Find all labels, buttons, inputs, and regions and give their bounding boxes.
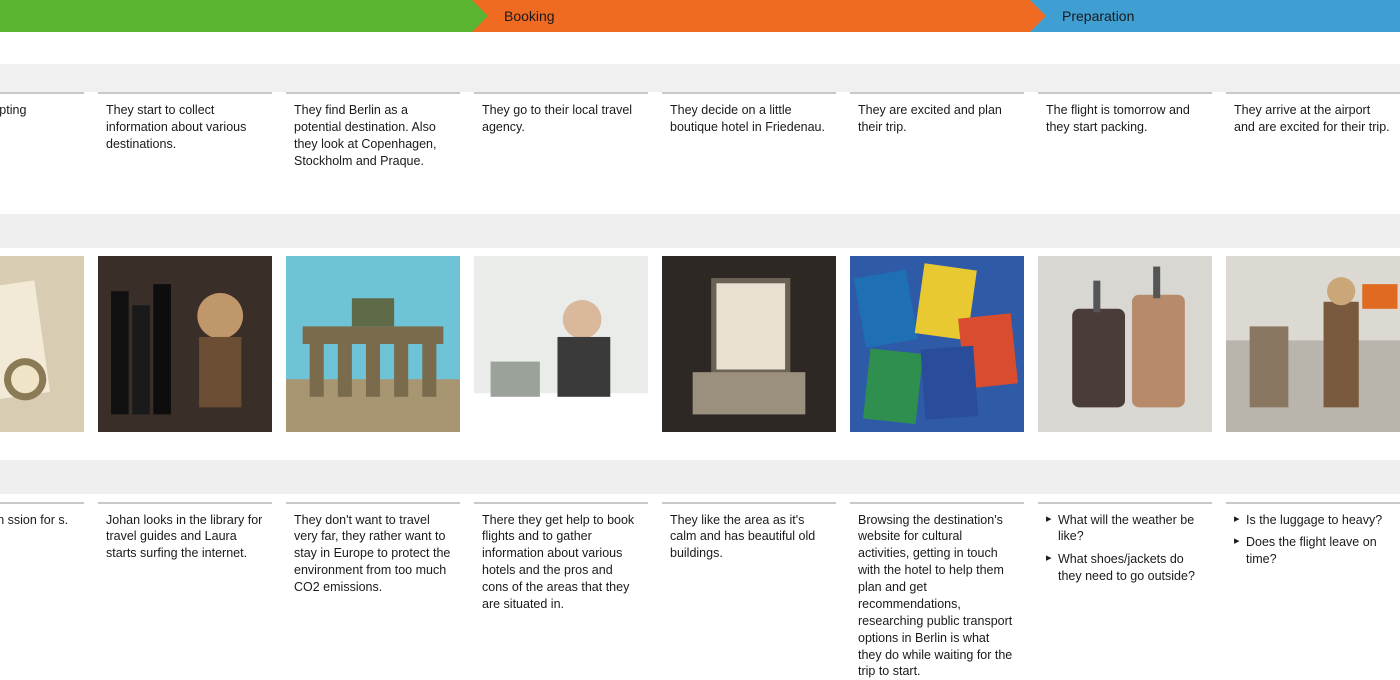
detail-card[interactable]: go ere they can ssion for s. bbox=[0, 502, 84, 680]
stage-preparation[interactable]: Preparation bbox=[1030, 0, 1400, 32]
step-card[interactable]: They are excited and plan their trip. bbox=[850, 92, 1024, 180]
detail-card[interactable]: There they get help to book flights and … bbox=[474, 502, 648, 680]
storyboard-image-brandenburg-gate[interactable] bbox=[286, 256, 460, 432]
storyboard-image-suitcases[interactable] bbox=[1038, 256, 1212, 432]
detail-text: Browsing the destination's website for c… bbox=[858, 512, 1016, 680]
step-text: They start to collect information about … bbox=[106, 102, 264, 153]
detail-text: Johan looks in the library for travel gu… bbox=[106, 512, 264, 563]
detail-text: They don't want to travel very far, they… bbox=[294, 512, 452, 596]
step-text: They decide on a little boutique hotel i… bbox=[670, 102, 828, 136]
stage-booking[interactable]: Booking bbox=[472, 0, 1030, 32]
step-text: They arrive at the airport and are excit… bbox=[1234, 102, 1392, 136]
storyboard-image-travel-guides-pile[interactable] bbox=[850, 256, 1024, 432]
step-text: The flight is tomorrow and they start pa… bbox=[1046, 102, 1204, 136]
step-text: what ld be tempting bbox=[0, 102, 76, 119]
detail-list: Is the luggage to heavy? Does the flight … bbox=[1234, 512, 1392, 569]
storyboard-image-airport-terminal[interactable] bbox=[1226, 256, 1400, 432]
storyboard-image-map-compass[interactable] bbox=[0, 256, 84, 432]
step-card[interactable]: They decide on a little boutique hotel i… bbox=[662, 92, 836, 180]
detail-list-item: Is the luggage to heavy? bbox=[1234, 512, 1392, 529]
detail-card[interactable]: What will the weather be like? What shoes… bbox=[1038, 502, 1212, 680]
lane-separator bbox=[0, 64, 1400, 92]
detail-list-item: Does the flight leave on time? bbox=[1234, 534, 1392, 568]
images-row bbox=[0, 256, 1400, 432]
details-row: go ere they can ssion for s. Johan looks … bbox=[0, 502, 1400, 680]
step-text: They are excited and plan their trip. bbox=[858, 102, 1016, 136]
lane-separator bbox=[0, 460, 1400, 494]
storyboard-image-library-books[interactable] bbox=[98, 256, 272, 432]
lane-separator bbox=[0, 214, 1400, 248]
detail-card[interactable]: Johan looks in the library for travel gu… bbox=[98, 502, 272, 680]
detail-text: They like the area as it's calm and has … bbox=[670, 512, 828, 563]
step-card[interactable]: They arrive at the airport and are excit… bbox=[1226, 92, 1400, 180]
detail-card[interactable]: They like the area as it's calm and has … bbox=[662, 502, 836, 680]
step-card[interactable]: The flight is tomorrow and they start pa… bbox=[1038, 92, 1212, 180]
detail-card[interactable]: Browsing the destination's website for c… bbox=[850, 502, 1024, 680]
detail-text: go ere they can ssion for s. bbox=[0, 512, 76, 529]
step-text: They go to their local travel agency. bbox=[482, 102, 640, 136]
storyboard-image-hotel-room[interactable] bbox=[662, 256, 836, 432]
journey-map-canvas: Booking Preparation what ld be tempting Th… bbox=[0, 0, 1400, 680]
step-card[interactable]: They find Berlin as a potential destinat… bbox=[286, 92, 460, 180]
step-text: They find Berlin as a potential destinat… bbox=[294, 102, 452, 170]
detail-card[interactable]: They don't want to travel very far, they… bbox=[286, 502, 460, 680]
detail-card[interactable]: Is the luggage to heavy? Does the flight … bbox=[1226, 502, 1400, 680]
storyboard-image-man-at-desk[interactable] bbox=[474, 256, 648, 432]
detail-list-item: What will the weather be like? bbox=[1046, 512, 1204, 546]
steps-row: what ld be tempting They start to collect… bbox=[0, 92, 1400, 180]
stage-label: Booking bbox=[504, 8, 555, 24]
step-card[interactable]: They start to collect information about … bbox=[98, 92, 272, 180]
detail-text: There they get help to book flights and … bbox=[482, 512, 640, 613]
stage-phase-0[interactable] bbox=[0, 0, 472, 32]
detail-list-item: What shoes/jackets do they need to go ou… bbox=[1046, 551, 1204, 585]
stage-bar: Booking Preparation bbox=[0, 0, 1400, 32]
detail-list: What will the weather be like? What shoes… bbox=[1046, 512, 1204, 586]
step-card[interactable]: They go to their local travel agency. bbox=[474, 92, 648, 180]
stage-label: Preparation bbox=[1062, 8, 1134, 24]
step-card[interactable]: what ld be tempting bbox=[0, 92, 84, 180]
